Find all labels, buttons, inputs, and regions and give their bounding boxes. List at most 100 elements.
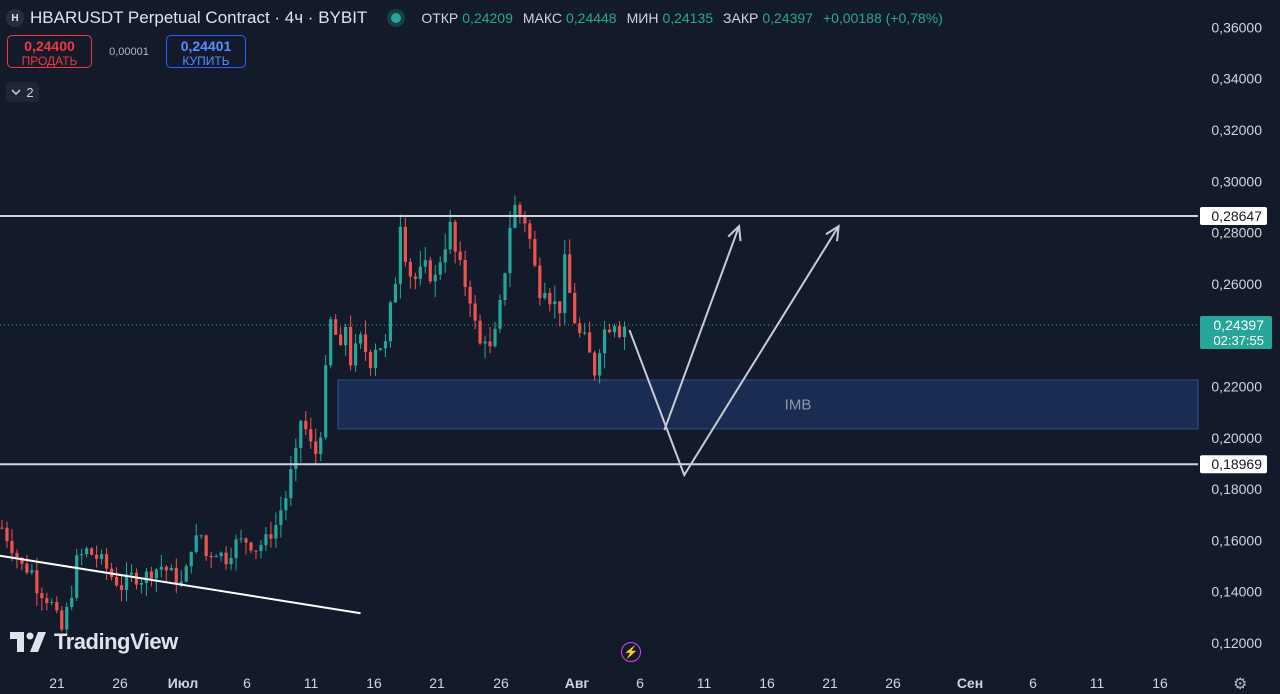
candle-body — [234, 539, 238, 559]
imbalance-zone-layer: IMB — [337, 379, 1199, 430]
candle-body — [314, 441, 318, 455]
price-tick-label: 0,16000 — [1211, 532, 1262, 548]
candle-body — [294, 447, 298, 470]
candle-body — [149, 571, 153, 579]
bolt-icon[interactable]: ⚡ — [621, 642, 641, 662]
price-tick-label: 0,20000 — [1211, 430, 1262, 446]
time-tick-label: 26 — [112, 675, 128, 691]
sell-button[interactable]: 0,24400 ПРОДАТЬ — [7, 35, 92, 68]
price-chart[interactable]: IMB 0,120000,140000,160000,180000,200000… — [0, 0, 1280, 694]
candle-body — [104, 554, 109, 569]
candle-body — [393, 283, 398, 303]
candle-body — [353, 343, 358, 366]
candle-body — [428, 260, 432, 282]
candle-body — [219, 552, 223, 557]
candle-body — [368, 352, 373, 369]
candle-body — [214, 556, 218, 558]
time-tick-label: 16 — [759, 675, 775, 691]
candle-body — [289, 469, 293, 499]
candle-body — [249, 542, 253, 551]
candle-body — [413, 276, 417, 279]
buy-price: 0,24401 — [180, 38, 232, 54]
time-tick-label: 11 — [1090, 675, 1105, 691]
candle-body — [329, 319, 333, 366]
candle-body — [508, 227, 512, 274]
time-tick-label: Сен — [957, 675, 983, 691]
candle-body — [573, 292, 577, 324]
price-tick-label: 0,14000 — [1211, 584, 1262, 600]
candle-body — [458, 251, 462, 260]
symbol-logo-icon[interactable]: H — [6, 9, 24, 27]
buy-button[interactable]: 0,24401 КУПИТЬ — [166, 35, 246, 68]
candle-body — [269, 534, 273, 539]
candle-body — [194, 535, 198, 552]
candle-body — [334, 319, 338, 335]
time-tick-label: 16 — [366, 675, 382, 691]
buy-label: КУПИТЬ — [182, 54, 230, 68]
candle-body — [254, 550, 258, 552]
time-tick-label: 6 — [636, 675, 644, 691]
time-tick-label: 26 — [885, 675, 901, 691]
level-price-label: 0,28647 — [1211, 208, 1262, 224]
candle-body — [239, 538, 243, 540]
tradingview-logo[interactable]: TradingView — [10, 629, 178, 655]
market-status-icon[interactable] — [391, 13, 402, 23]
candle-body — [184, 566, 188, 582]
time-tick-label: 6 — [1029, 675, 1037, 691]
candle-body — [423, 260, 427, 267]
current-price-label: 0,24397 — [1213, 317, 1264, 333]
candle-body — [373, 349, 378, 369]
candle-body — [493, 328, 497, 347]
candle-body — [593, 352, 597, 376]
candle-body — [408, 261, 412, 277]
symbol-title[interactable]: HBARUSDT Perpetual Contract · 4ч · BYBIT — [30, 8, 367, 28]
candle-body — [388, 302, 393, 342]
candle-body — [35, 570, 39, 594]
candle-body — [438, 262, 442, 275]
candle-body — [398, 226, 402, 284]
candle-body — [498, 300, 502, 329]
candle-body — [100, 554, 104, 559]
candle-body — [403, 226, 407, 262]
candle-body — [607, 329, 612, 333]
trend-line — [0, 554, 361, 615]
candle-body — [583, 332, 587, 334]
candle-body — [199, 535, 203, 537]
chevron-down-icon — [11, 89, 21, 95]
open-label: ОТКР — [421, 10, 459, 26]
candle-body — [174, 567, 178, 584]
chart-header: H HBARUSDT Perpetual Contract · 4ч · BYB… — [6, 7, 949, 29]
candle-body — [55, 602, 59, 611]
candle-body — [264, 534, 268, 546]
candle-body — [154, 569, 158, 579]
candle-body — [50, 602, 54, 604]
price-tick-label: 0,34000 — [1211, 71, 1262, 87]
candle-body — [45, 598, 49, 604]
candle-body — [164, 566, 168, 571]
candle-body — [274, 525, 278, 539]
candle-body — [378, 348, 383, 350]
price-tick-label: 0,32000 — [1211, 122, 1262, 138]
candle-body — [518, 204, 522, 216]
sell-price: 0,24400 — [24, 38, 75, 54]
candle-body — [70, 597, 74, 608]
imbalance-zone-label: IMB — [785, 396, 812, 413]
candle-body — [612, 326, 617, 333]
candle-body — [358, 334, 363, 344]
candle-body — [159, 566, 163, 570]
candle-body — [189, 551, 193, 567]
candle-body — [169, 567, 173, 571]
candle-body — [209, 555, 213, 558]
candle-body — [478, 320, 482, 344]
candle-body — [418, 266, 422, 279]
indicators-toggle-button[interactable]: 2 — [6, 82, 39, 102]
candle-body — [433, 274, 437, 282]
time-tick-label: 6 — [243, 675, 251, 691]
gear-icon[interactable]: ⚙ — [1233, 674, 1247, 694]
candle-body — [588, 332, 592, 353]
candle-body — [40, 593, 44, 599]
candle-body — [483, 341, 487, 344]
level-price-label: 0,18969 — [1211, 456, 1262, 472]
candle-body — [60, 610, 64, 630]
price-axis: 0,12000 0,14000 0,16000 0,18000 0,20000 0,220… — [1200, 0, 1280, 694]
